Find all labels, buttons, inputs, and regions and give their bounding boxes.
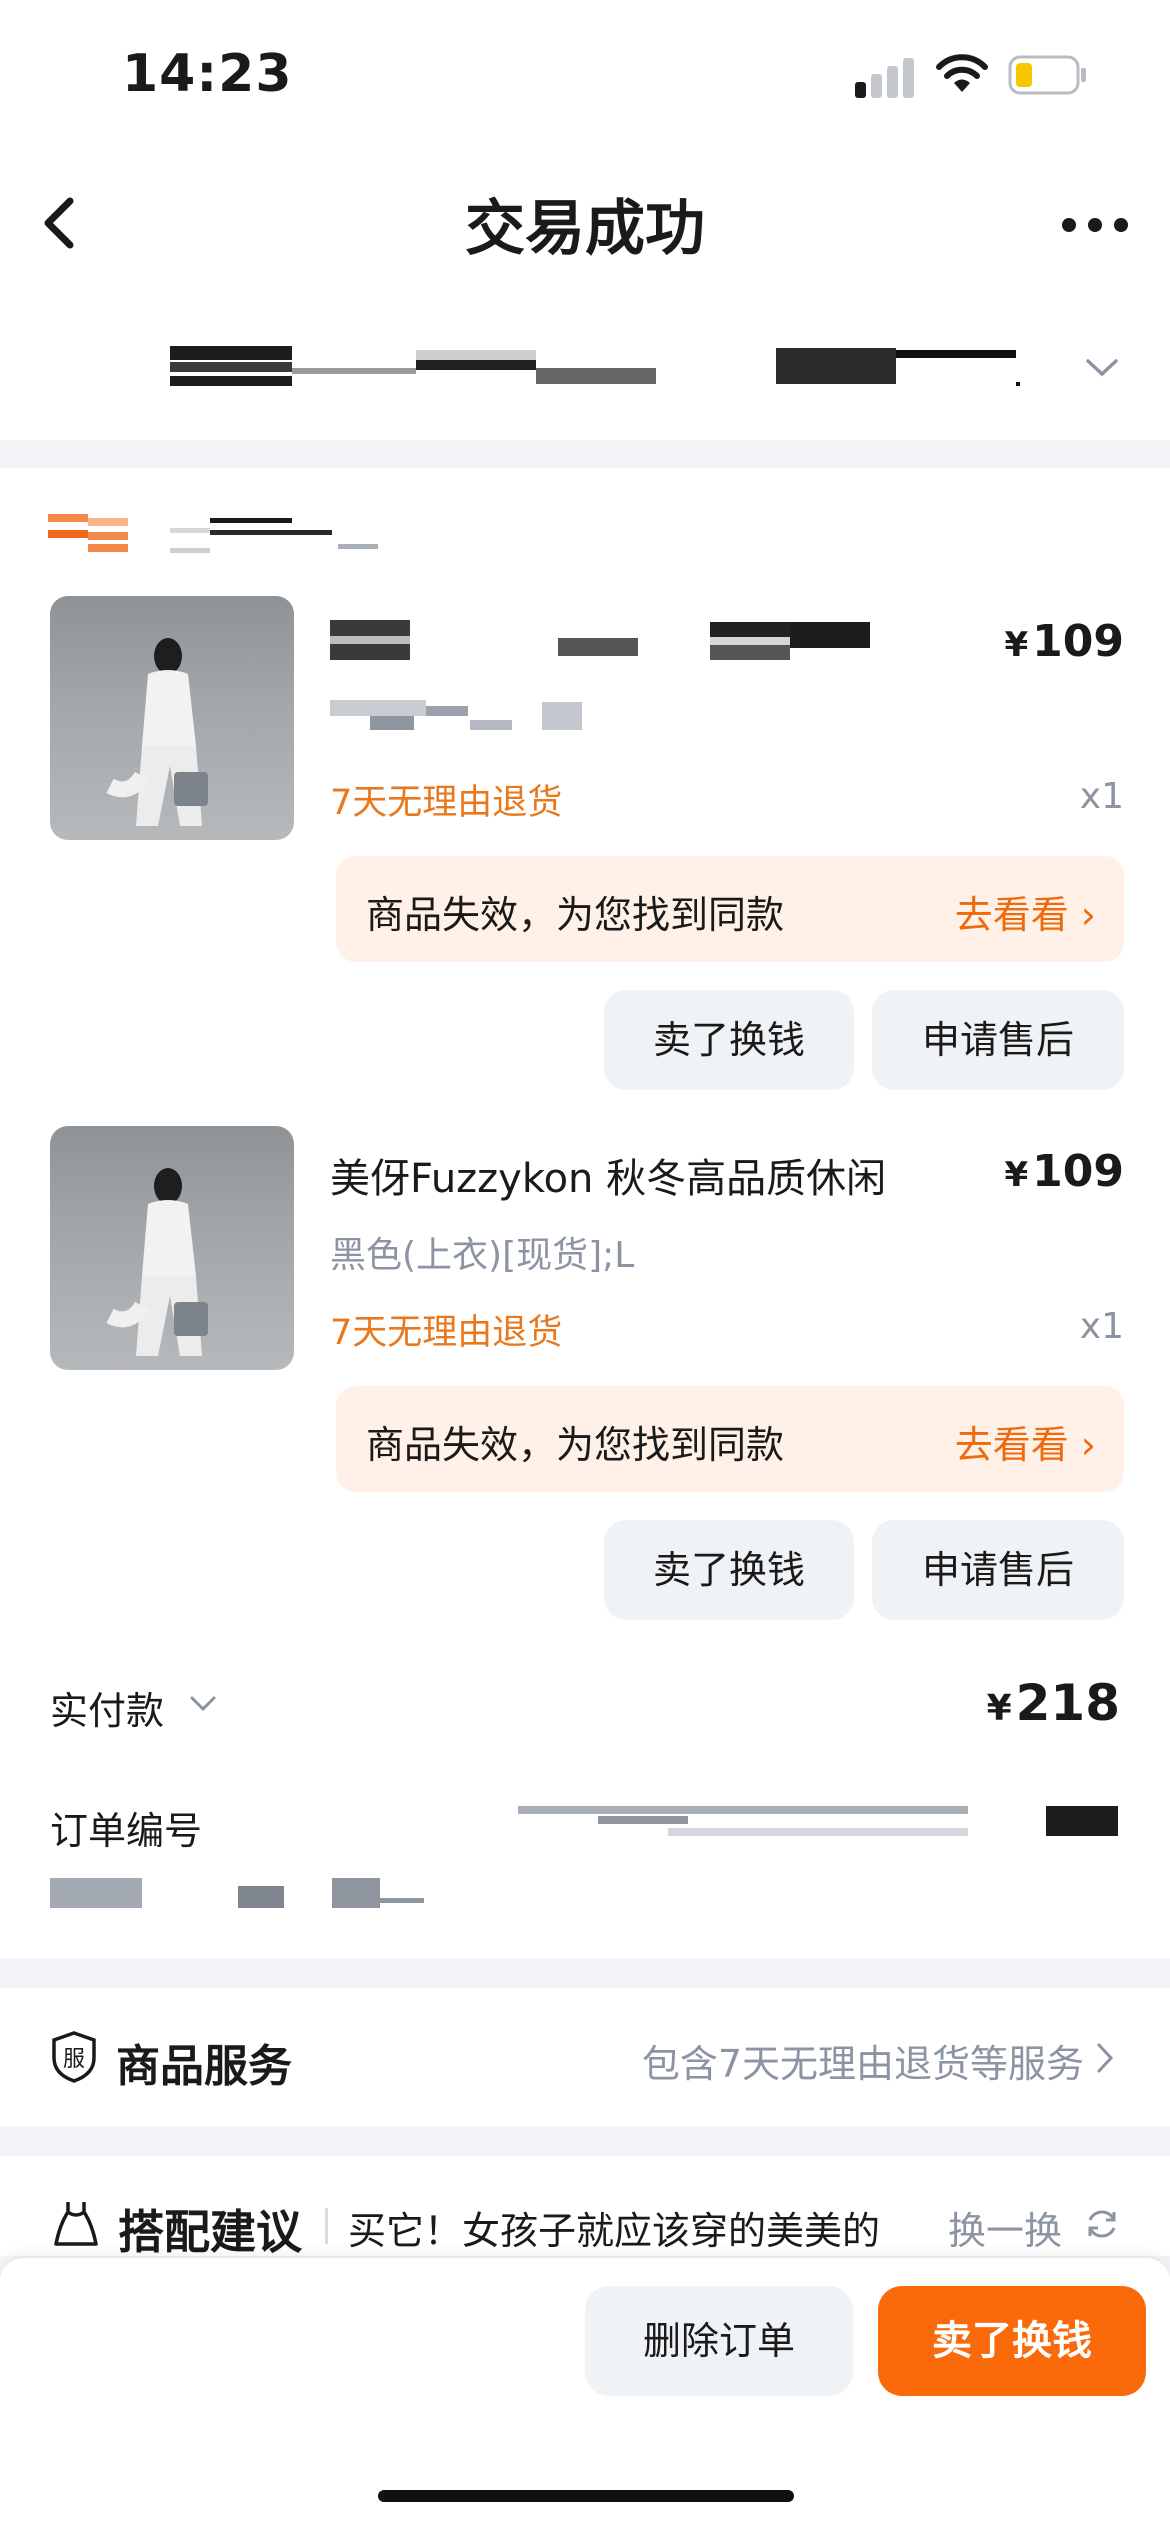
return-policy: 7天无理由退货: [330, 783, 563, 823]
product-image[interactable]: [50, 596, 294, 840]
notice-text: 商品失效，为您找到同款: [366, 1423, 785, 1467]
match-title: 搭配建议: [118, 2205, 302, 2259]
item-price: ¥109: [1004, 616, 1124, 667]
service-title: 商品服务: [116, 2041, 292, 2092]
chevron-down-icon[interactable]: [190, 1695, 216, 1713]
invalid-item-notice[interactable]: 商品失效，为您找到同款 去看看 ›: [336, 1386, 1124, 1492]
refresh-icon[interactable]: [1084, 2206, 1120, 2242]
order-time-redacted: [50, 1878, 430, 1914]
service-description: 包含7天无理由退货等服务: [641, 2042, 1084, 2086]
expand-chevron-icon[interactable]: [1085, 358, 1119, 378]
dress-icon: [50, 2198, 102, 2250]
page-title: 交易成功: [465, 194, 705, 264]
product-name-redacted[interactable]: [330, 620, 940, 668]
sell-for-cash-button[interactable]: 卖了换钱: [604, 1520, 854, 1620]
match-description: 买它！女孩子就应该穿的美美的: [348, 2209, 881, 2253]
after-sale-button[interactable]: 申请售后: [872, 990, 1124, 1090]
home-indicator[interactable]: [378, 2490, 794, 2502]
product-spec-redacted: [330, 700, 680, 740]
order-number-label: 订单编号: [50, 1809, 203, 1853]
battery-icon: [1008, 55, 1088, 95]
order-number-redacted[interactable]: [518, 1806, 1118, 1846]
invalid-item-notice[interactable]: 商品失效，为您找到同款 去看看 ›: [336, 856, 1124, 962]
cellular-signal-icon: [855, 56, 915, 98]
item-price: ¥109: [1004, 1146, 1124, 1197]
delete-order-button[interactable]: 删除订单: [585, 2286, 853, 2396]
item-quantity: x1: [1079, 776, 1124, 817]
divider: [325, 2208, 328, 2244]
notice-link[interactable]: 去看看 ›: [955, 884, 1096, 939]
sell-for-cash-primary-button[interactable]: 卖了换钱: [878, 2286, 1146, 2396]
svg-text:服: 服: [63, 2047, 85, 2072]
wifi-icon: [935, 52, 989, 96]
paid-amount-label[interactable]: 实付款: [50, 1680, 164, 1735]
product-image[interactable]: [50, 1126, 294, 1370]
chevron-right-icon: [1096, 2042, 1114, 2074]
after-sale-button[interactable]: 申请售后: [872, 1520, 1124, 1620]
return-policy: 7天无理由退货: [330, 1313, 563, 1353]
status-time: 14:23: [122, 44, 293, 104]
product-spec: 黑色(上衣)[现货];L: [330, 1235, 635, 1276]
product-name[interactable]: 美伢Fuzzykon 秋冬高品质休闲: [330, 1146, 970, 1204]
notice-link[interactable]: 去看看 ›: [955, 1414, 1096, 1469]
notice-text: 商品失效，为您找到同款: [366, 893, 785, 937]
paid-amount: ¥218: [986, 1674, 1120, 1732]
more-options-icon[interactable]: [1062, 218, 1128, 232]
sell-for-cash-button[interactable]: 卖了换钱: [604, 990, 854, 1090]
redacted-delivery-info: [170, 346, 1030, 390]
shop-name-redacted[interactable]: [170, 518, 380, 554]
shield-icon: 服: [50, 2030, 98, 2084]
item-quantity: x1: [1079, 1306, 1124, 1347]
shop-logo[interactable]: [48, 514, 130, 556]
swap-button[interactable]: 换一换: [948, 2200, 1062, 2255]
